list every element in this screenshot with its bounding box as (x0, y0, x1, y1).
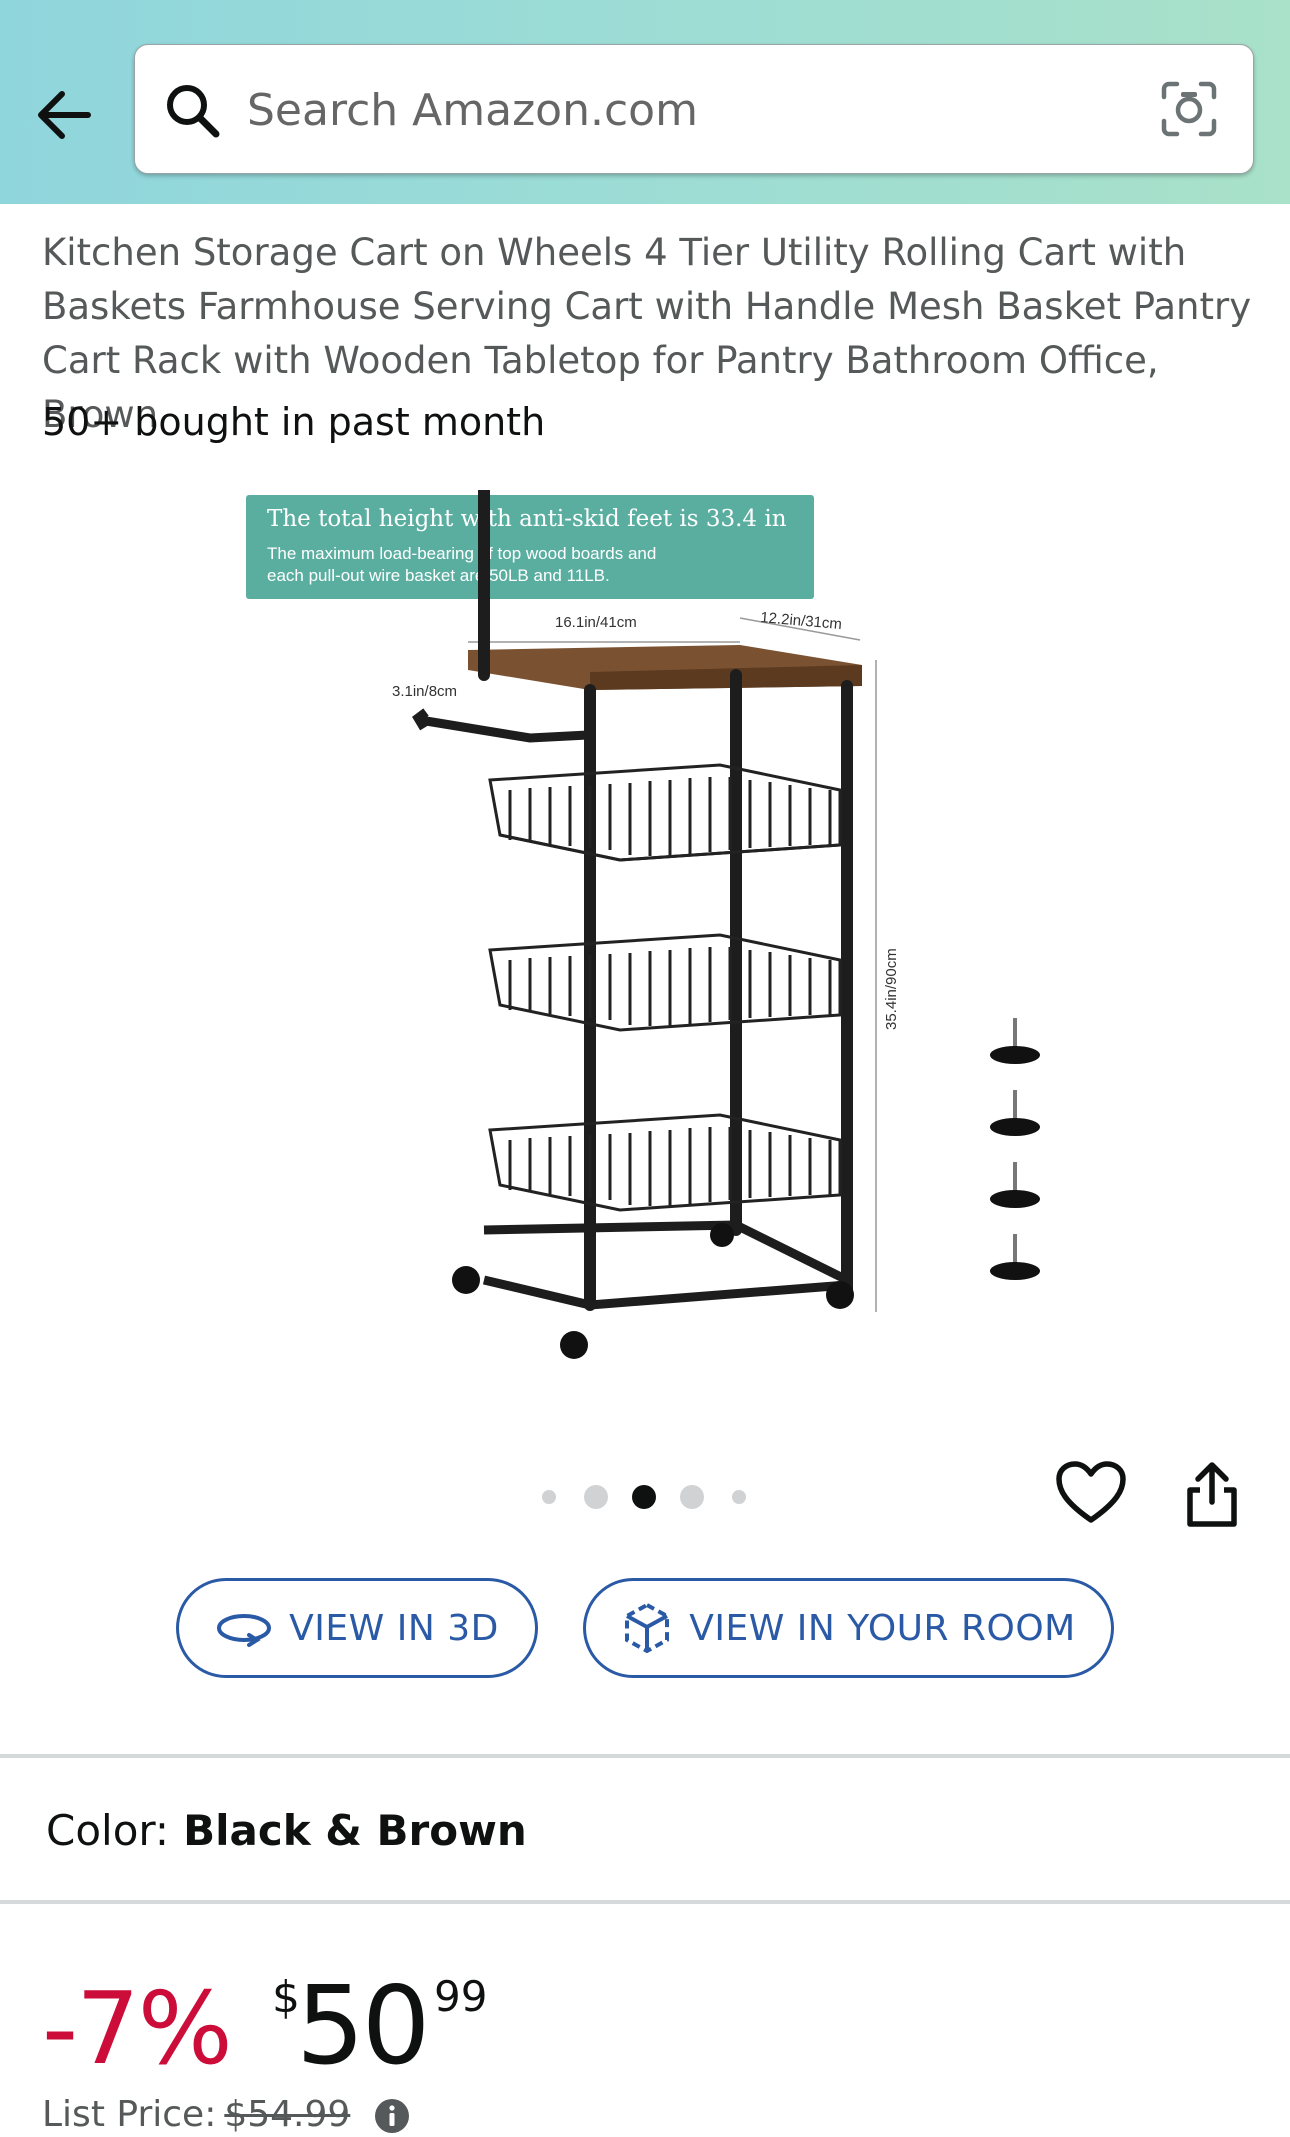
info-icon[interactable] (374, 2098, 410, 2134)
leveling-feet (990, 1018, 1040, 1280)
share-button[interactable] (1182, 1460, 1242, 1530)
carousel-dot[interactable] (732, 1490, 746, 1504)
search-icon (167, 85, 220, 138)
section-divider (0, 1754, 1290, 1758)
banner-line-1: The maximum load-bearing of top wood boa… (267, 544, 656, 563)
carousel-dot[interactable] (680, 1485, 704, 1509)
section-divider (0, 1900, 1290, 1904)
carousel-dot[interactable] (542, 1490, 556, 1504)
view-in-your-room-button[interactable]: VIEW IN YOUR ROOM (583, 1578, 1114, 1678)
carousel-dot[interactable] (584, 1485, 608, 1509)
color-selector[interactable]: Color: Black & Brown (46, 1806, 527, 1855)
list-price-label: List Price: (42, 2094, 217, 2135)
view-in-your-room-label: VIEW IN YOUR ROOM (689, 1607, 1076, 1649)
back-arrow-icon (38, 91, 91, 139)
rotate-3d-icon (217, 1614, 272, 1647)
search-bar[interactable] (134, 44, 1254, 174)
wire-basket-1 (488, 763, 842, 862)
banner-line-2: each pull-out wire basket are 50LB and 1… (267, 566, 610, 585)
share-icon (1187, 1462, 1237, 1527)
camera-lens-icon[interactable] (1159, 79, 1219, 139)
dimension-handle: 3.1in/8cm (392, 683, 457, 700)
ar-cube-icon (625, 1602, 670, 1654)
dimension-depth: 12.2in/31cm (760, 609, 843, 633)
banner-title: The total height with anti-skid feet is … (267, 506, 787, 532)
price-block: -7% $ 50 99 (42, 1960, 942, 2089)
wishlist-button[interactable] (1055, 1460, 1127, 1526)
dimension-width: 16.1in/41cm (555, 614, 637, 631)
search-input[interactable] (245, 71, 1049, 149)
product-image[interactable]: The total height with anti-skid feet is … (240, 490, 1100, 1380)
price-fraction: 99 (434, 1972, 488, 2021)
back-button[interactable] (30, 80, 100, 150)
view-in-3d-label: VIEW IN 3D (289, 1607, 499, 1649)
wire-basket-2 (488, 933, 842, 1032)
price-whole: 50 (296, 1964, 430, 2089)
carousel-indicator[interactable] (540, 1480, 760, 1510)
color-value: Black & Brown (183, 1806, 527, 1855)
view-in-3d-button[interactable]: VIEW IN 3D (176, 1578, 538, 1678)
wire-basket-3 (488, 1113, 842, 1212)
discount-percent: -7% (42, 1970, 233, 2087)
color-label: Color: (46, 1806, 170, 1855)
heart-icon (1056, 1461, 1126, 1523)
dimension-height: 35.4in/90cm (883, 948, 900, 1030)
list-price: List Price: $54.99 (42, 2094, 410, 2135)
top-bar (0, 0, 1290, 204)
carousel-dot-active[interactable] (632, 1485, 656, 1509)
list-price-value: $54.99 (224, 2094, 351, 2135)
purchase-count: 50+ bought in past month (42, 400, 546, 444)
